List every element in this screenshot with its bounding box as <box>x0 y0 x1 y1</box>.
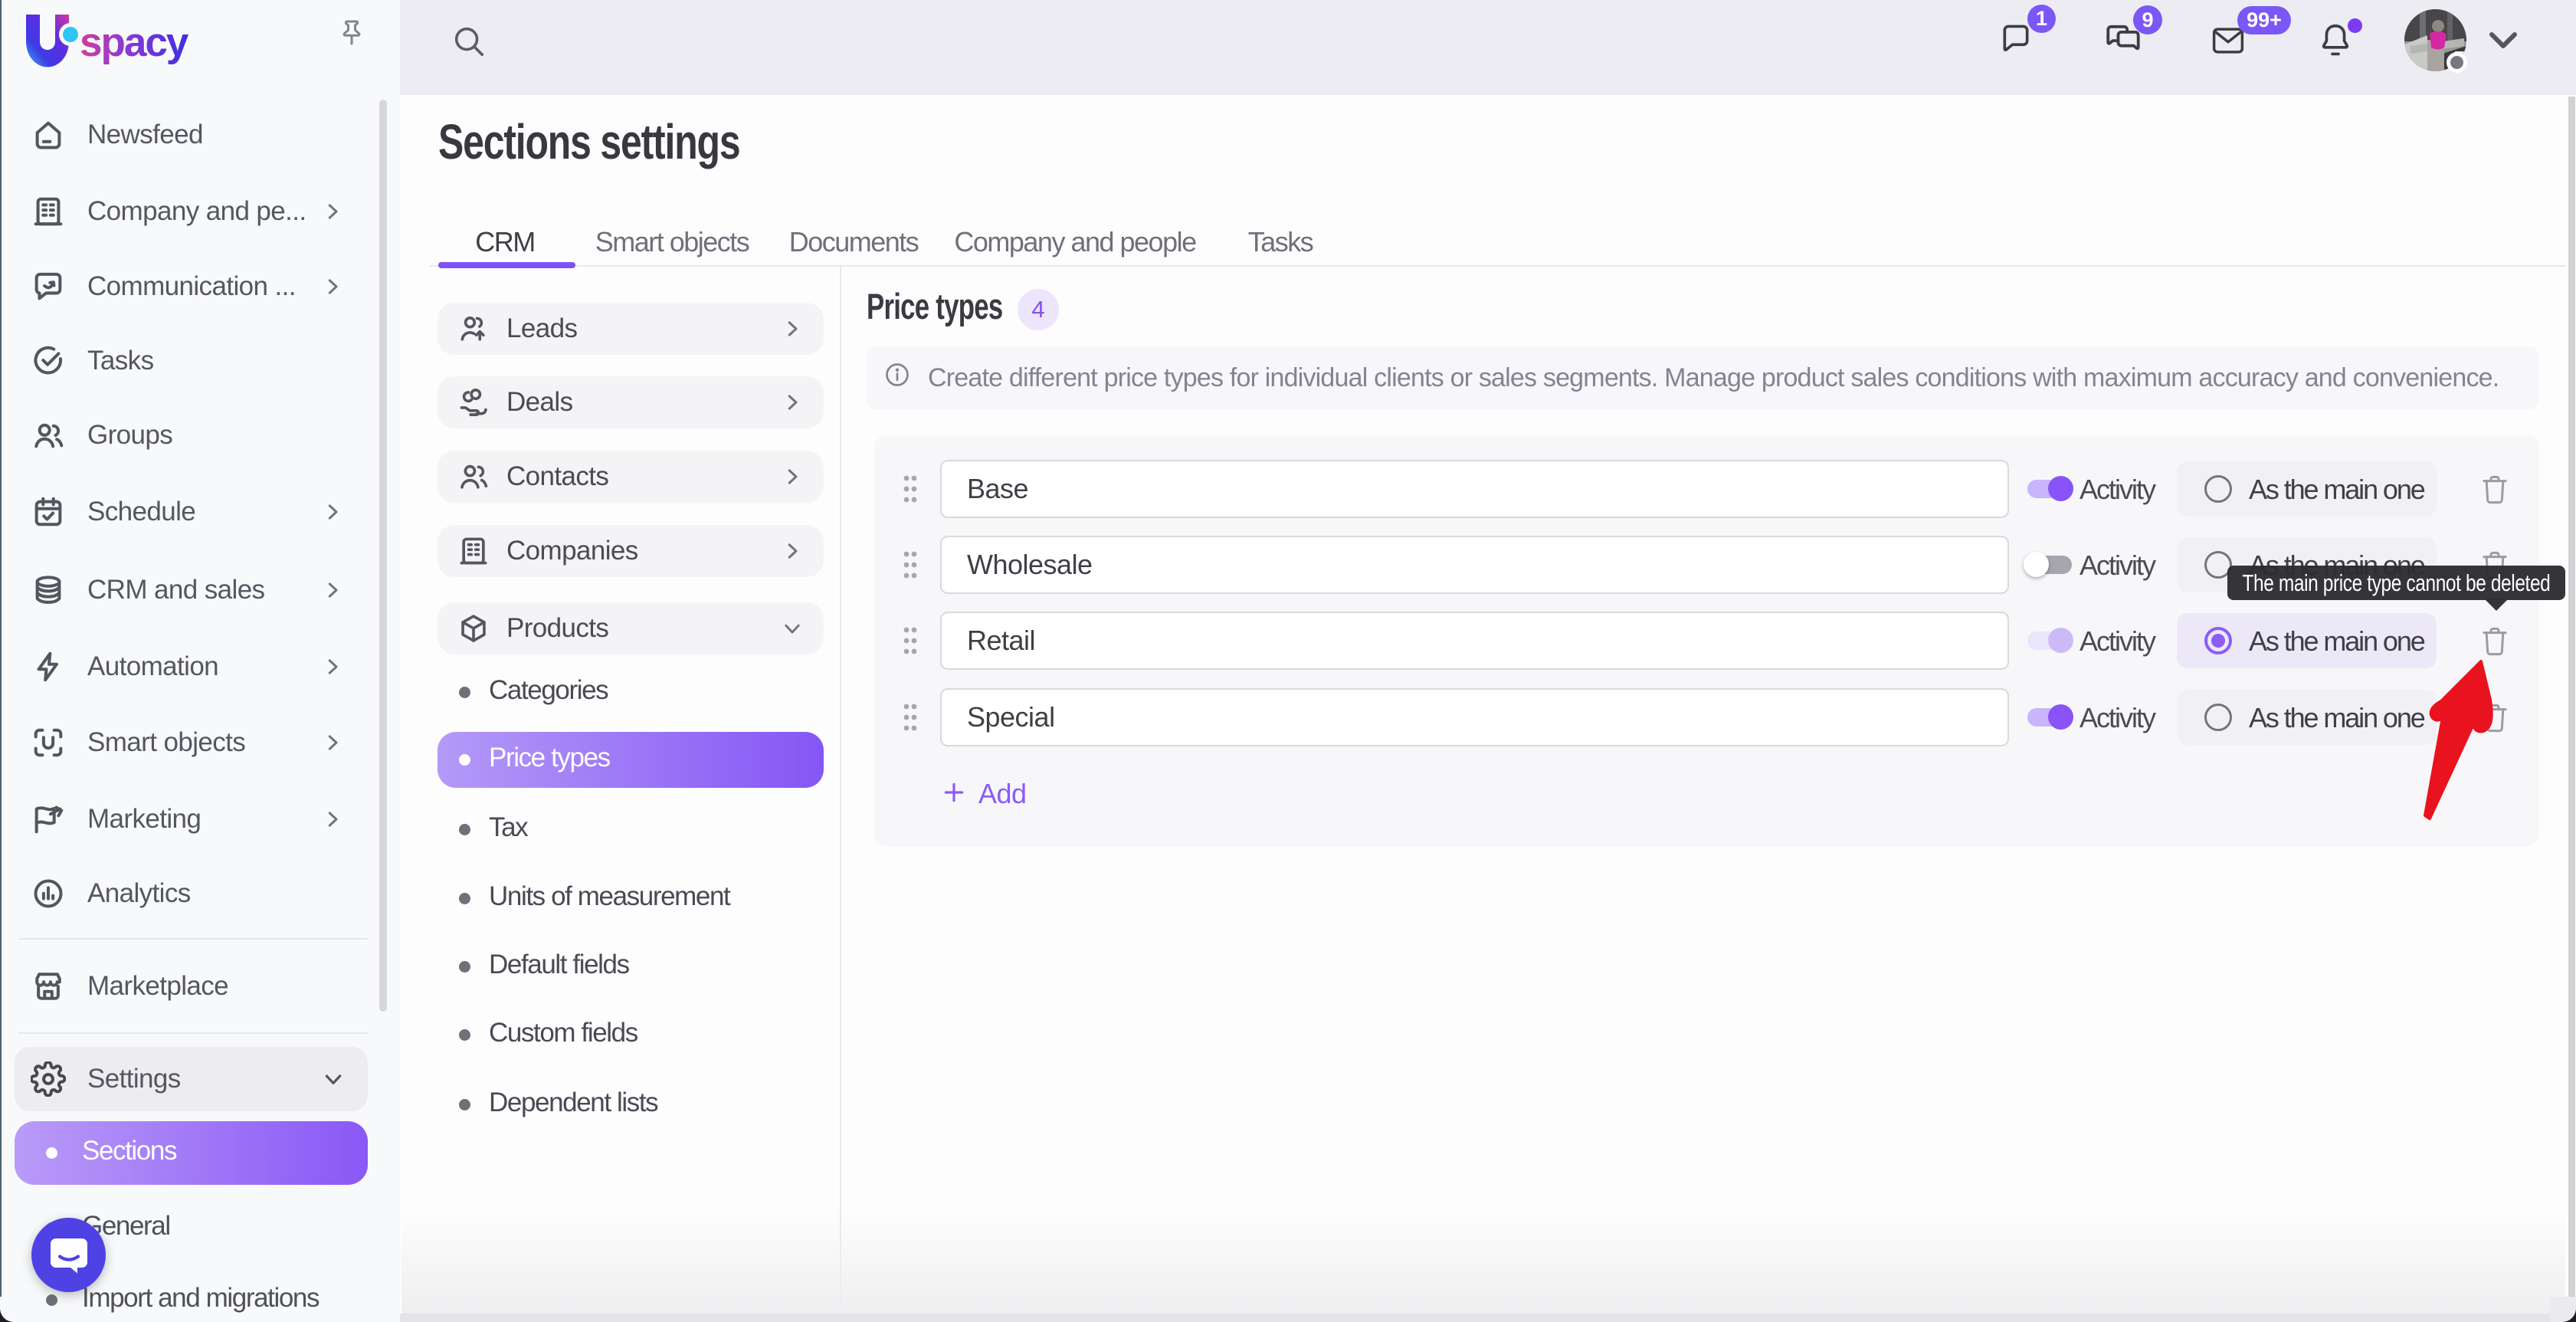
svg-text:spacy: spacy <box>80 20 189 65</box>
